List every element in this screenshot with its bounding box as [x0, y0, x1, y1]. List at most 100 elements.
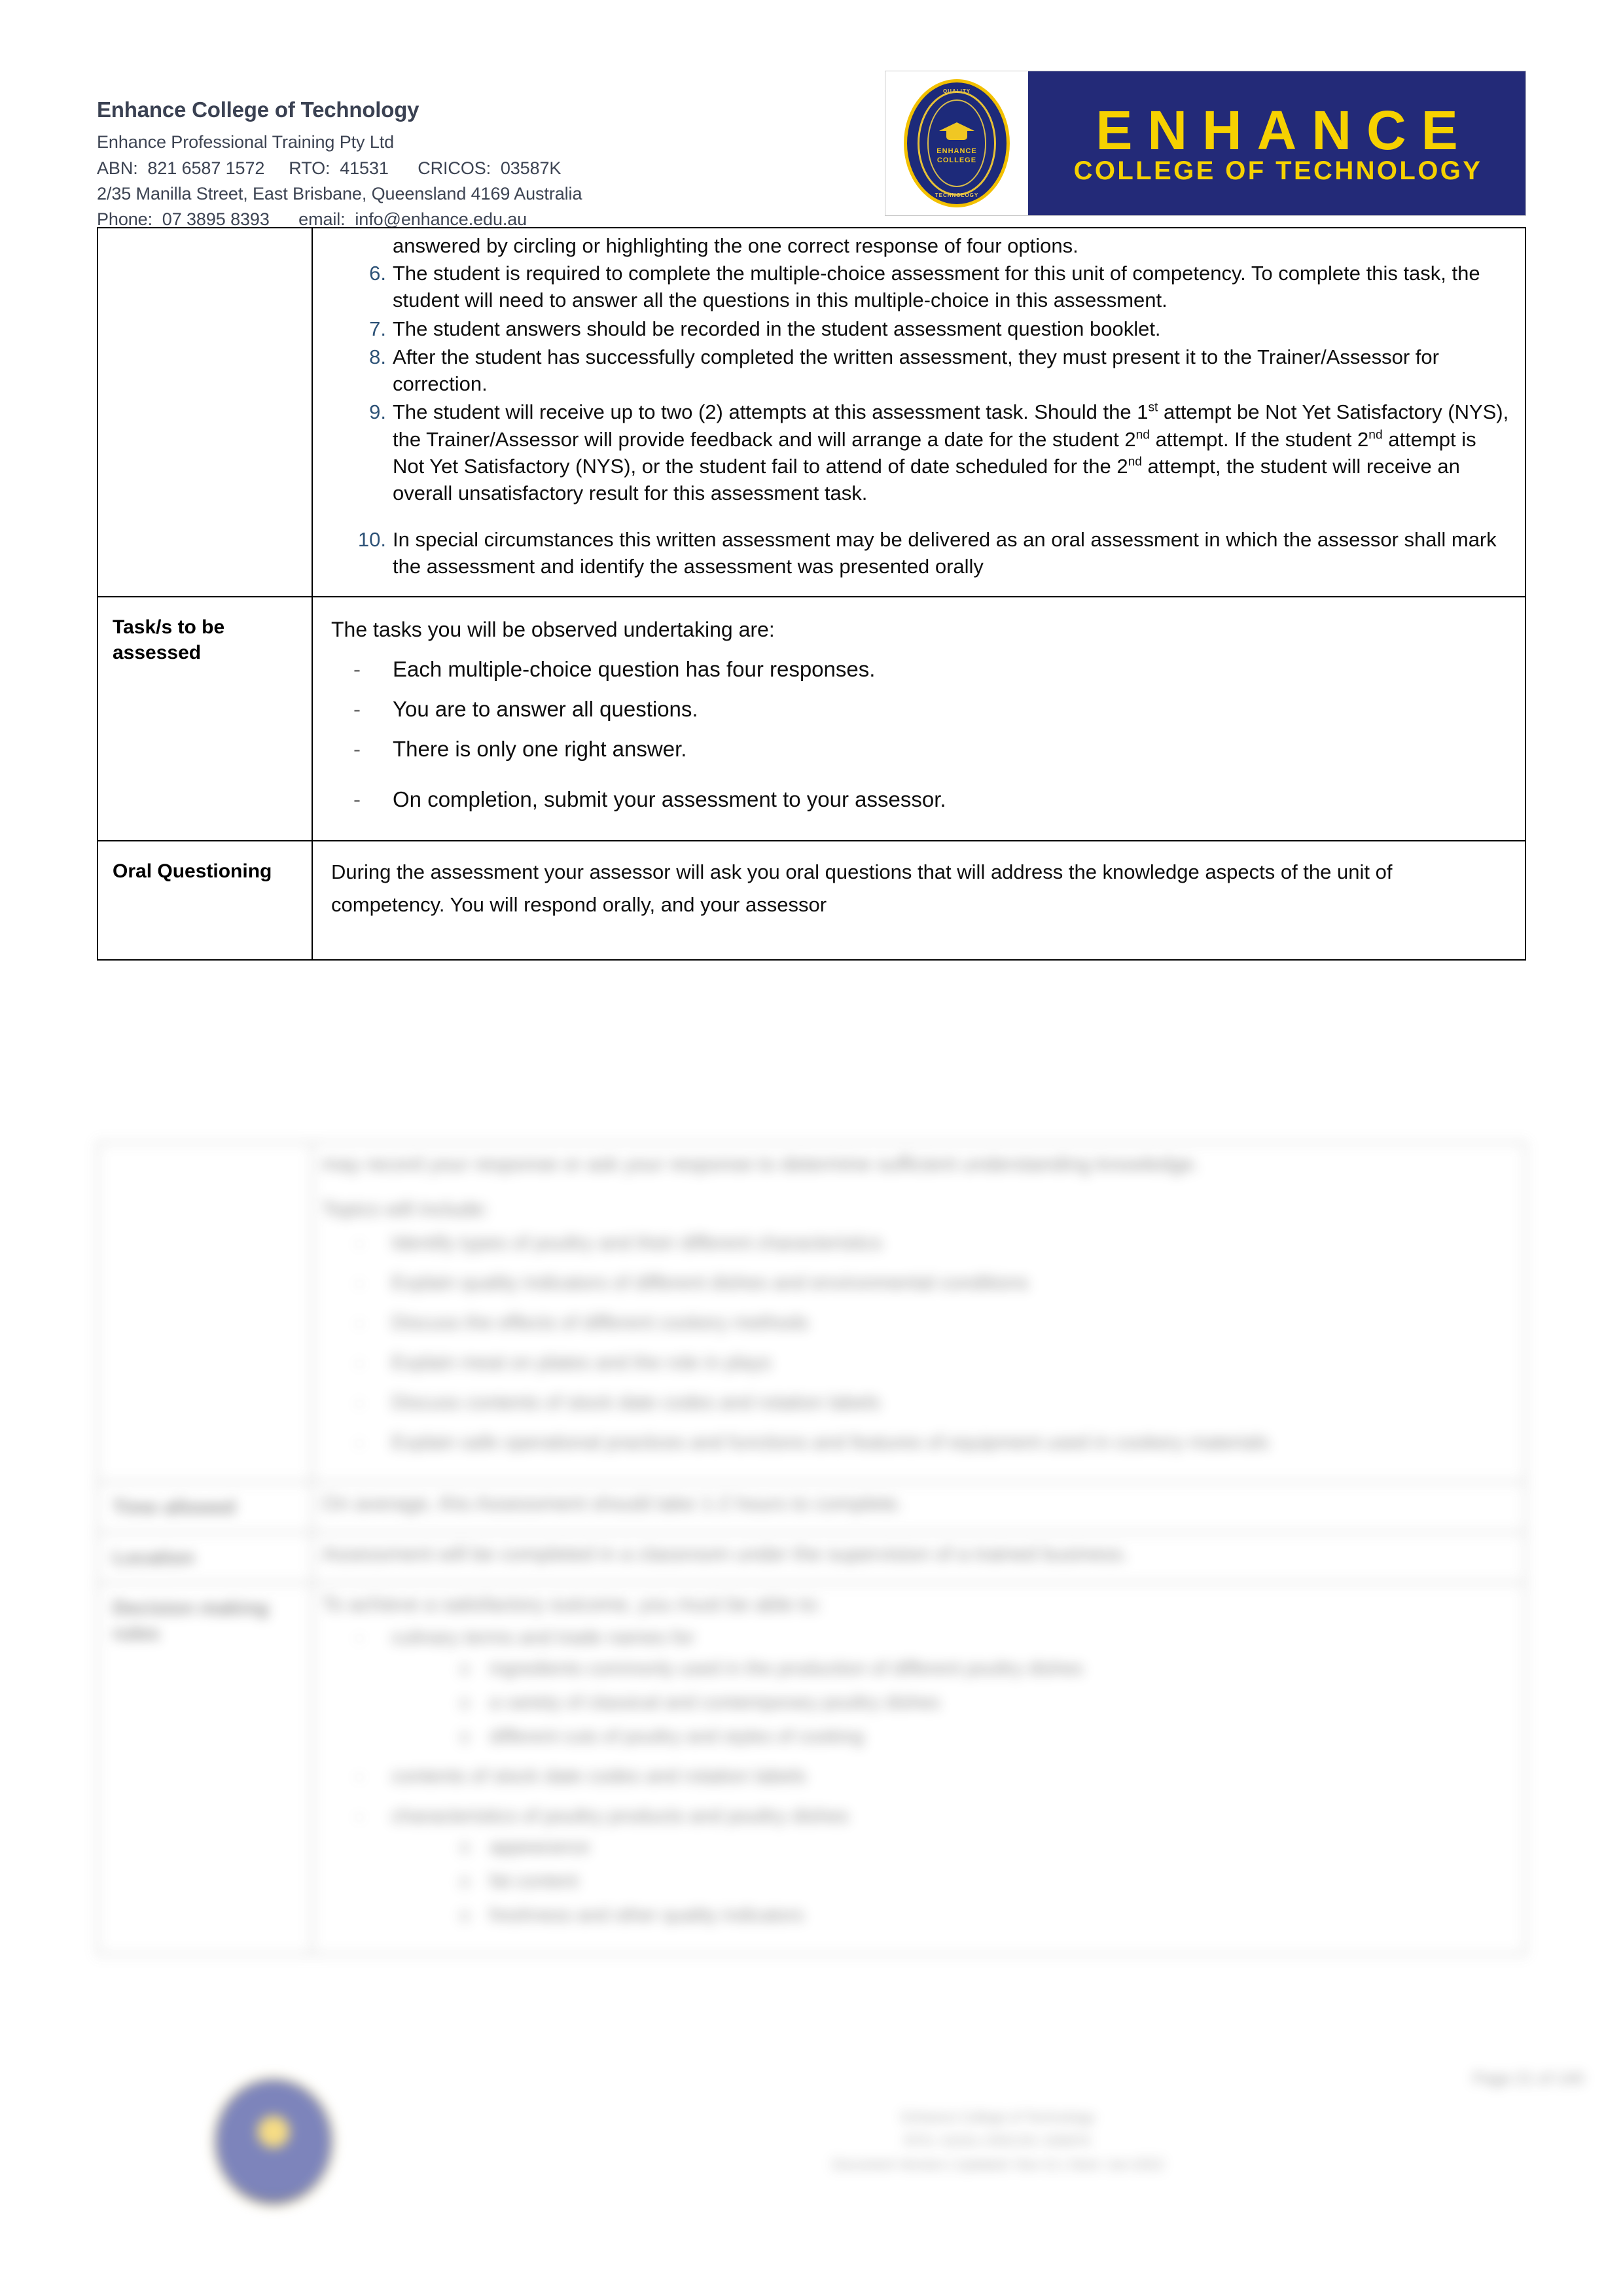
list-item: - On completion, submit your assessment … [322, 786, 1509, 814]
list-item: - You are to answer all questions. [322, 696, 1509, 724]
list-item: o fat content [391, 1869, 1509, 1894]
list-item-number: 8. [369, 345, 386, 368]
list-item-text: You are to answer all questions. [393, 697, 698, 722]
dash-bullet-icon: - [353, 736, 361, 761]
list-item-number: 7. [369, 317, 386, 340]
tasks-label-cell: Task/s to be assessed [97, 595, 313, 841]
seal-arc-top-text: QUALITY [942, 88, 971, 94]
list-item-text: Discuss contents of stock date codes and… [391, 1391, 881, 1413]
ordinal-suffix: st [1148, 400, 1158, 415]
criteria-sub-list: o appearance o fat content o freshness and … [391, 1835, 1509, 1928]
oral-body-cell: During the assessment your assessor will… [312, 839, 1526, 961]
oral-topics-list: - Identify types of poultry and their dif… [322, 1230, 1509, 1455]
oral-paragraph: During the assessment your assessor will… [331, 860, 1393, 916]
table-row: Location Assessment will be completed in… [97, 1531, 1526, 1583]
logo-wordmark-band: ENHANCE COLLEGE OF TECHNOLOGY [1028, 71, 1525, 215]
list-item-text: freshness and other quality indicators [490, 1904, 804, 1926]
table-row: Time allowed On average, this Assessment… [97, 1481, 1526, 1533]
dot-bullet-icon: o [459, 1691, 471, 1713]
instructions-continued-text: answered by circling or highlighting the… [393, 234, 1079, 257]
header-org-details: Enhance College of Technology Enhance Pr… [97, 71, 582, 233]
seal-word-primary: ENHANCE [936, 147, 977, 156]
ordinal-suffix: nd [1128, 455, 1142, 469]
assessment-info-table: answered by circling or highlighting the… [97, 227, 1526, 961]
list-item: 7. The student answers should be recorde… [322, 315, 1509, 342]
list-item: - Identify types of poultry and their dif… [322, 1230, 1509, 1256]
list-item-text: culinary terms and trade names for [391, 1627, 695, 1649]
oral-label-cell: Oral Questioning [97, 839, 313, 961]
dash-bullet-icon: - [356, 1627, 363, 1649]
list-item: 10. In special circumstances this writte… [322, 526, 1509, 580]
list-item-number: 6. [369, 262, 386, 285]
blurred-table: may record your response or ask your res… [97, 1142, 1526, 1956]
list-item: - contents of stock date codes and rotat… [322, 1763, 1509, 1789]
list-item-text: a variety of classical and contemporary … [490, 1691, 940, 1713]
list-item: - Each multiple-choice question has four… [322, 656, 1509, 684]
footer-line-2: RTO: 41531 CRICOS: 03587K [904, 2134, 1092, 2149]
list-item-text: different cuts of poultry and styles of … [490, 1725, 864, 1747]
instructions-label [98, 228, 312, 258]
table-row: Task/s to be assessed The tasks you will… [97, 595, 1526, 841]
list-item: 8. After the student has successfully co… [322, 344, 1509, 397]
list-item-text: ingredients commonly used in the product… [490, 1658, 1084, 1680]
list-item: - There is only one right answer. [322, 735, 1509, 764]
list-item-text: Discuss the effects of different cookery… [391, 1311, 809, 1333]
legal-entity-name: Enhance Professional Training Pty Ltd [97, 132, 395, 152]
criteria-label-cell: Decision making rules [97, 1581, 313, 1956]
footer-seal-icon [213, 2077, 334, 2206]
list-item: 9. The student will receive up to two (2… [322, 398, 1509, 506]
criteria-label: Decision making rules [113, 1597, 269, 1644]
dot-bullet-icon: o [459, 1870, 471, 1892]
logo-tagline: COLLEGE OF TECHNOLOGY [1073, 156, 1483, 186]
blurred-lower-section: may record your response or ask your res… [0, 1142, 1623, 2296]
list-item-text: fat content [490, 1870, 579, 1892]
location-body-cell: Assessment will be completed in a classr… [312, 1531, 1526, 1583]
list-item: o freshness and other quality indicators [391, 1903, 1509, 1928]
list-item-text: In special circumstances this written as… [393, 528, 1497, 578]
time-body-cell: On average, this Assessment should take … [312, 1481, 1526, 1533]
instructions-label-cell [97, 227, 313, 597]
list-item: o ingredients commonly used in the produc… [391, 1657, 1509, 1682]
location-label: Location [113, 1546, 194, 1568]
dash-bullet-icon: - [356, 1231, 363, 1254]
logo-wordmark: ENHANCE [1096, 99, 1473, 161]
list-item: - Explain safe operational practices and … [322, 1430, 1509, 1455]
time-label: Time allowed [113, 1496, 236, 1518]
dash-bullet-icon: - [353, 786, 361, 811]
location-text: Assessment will be completed in a classr… [322, 1542, 1129, 1565]
list-item: 6. The student is required to complete t… [322, 260, 1509, 313]
list-item-text: Identify types of poultry and their diff… [391, 1231, 882, 1254]
page-header: Enhance College of Technology Enhance Pr… [97, 71, 1526, 229]
dash-bullet-icon: - [356, 1765, 363, 1788]
list-item-text: characteristics of poultry products and … [391, 1805, 849, 1828]
dash-bullet-icon: - [356, 1311, 363, 1333]
ordinal-suffix: nd [1135, 428, 1150, 442]
enhance-logo: ENHANCE COLLEGE QUALITY TECHNOLOGY ENHAN… [885, 71, 1526, 216]
dash-bullet-icon: - [356, 1805, 363, 1828]
oral-topics-intro: Topics will include: [322, 1197, 489, 1221]
table-row: Oral Questioning During the assessment y… [97, 839, 1526, 961]
logo-seal-container: ENHANCE COLLEGE QUALITY TECHNOLOGY [885, 71, 1028, 215]
table-row: may record your response or ask your res… [97, 1142, 1526, 1483]
criteria-sub-list: o ingredients commonly used in the produc… [391, 1657, 1509, 1749]
list-item-text: Explain safe operational practices and f… [391, 1431, 1269, 1453]
list-item: - Discuss the effects of different cooker… [322, 1310, 1509, 1335]
address-line: 2/35 Manilla Street, East Brisbane, Quee… [97, 183, 582, 203]
list-item: - Explain quality indicators of different… [322, 1270, 1509, 1296]
list-item-text: After the student has successfully compl… [393, 345, 1439, 396]
table-row: answered by circling or highlighting the… [97, 227, 1526, 597]
list-item-text: The student will receive up to two (2) a… [393, 400, 1509, 504]
graduation-cap-icon [939, 121, 974, 145]
dot-bullet-icon: o [459, 1837, 471, 1858]
seal-word-secondary: COLLEGE [936, 156, 977, 164]
instructions-numbered-list: 6. The student is required to complete t… [322, 260, 1509, 580]
document-page: Enhance College of Technology Enhance Pr… [0, 0, 1623, 2296]
tasks-intro: The tasks you will be observed undertaki… [331, 617, 775, 641]
tasks-bullet-list: - Each multiple-choice question has four… [322, 656, 1509, 814]
criteria-body-cell: To achieve a satisfactory outcome, you m… [312, 1581, 1526, 1956]
organisation-name: Enhance College of Technology [97, 97, 419, 122]
tasks-label: Task/s to be assessed [113, 616, 225, 663]
location-label-cell: Location [97, 1531, 313, 1583]
criteria-bullet-list: - culinary terms and trade names for o in… [322, 1625, 1509, 1928]
footer-line-3: Document Version | Updated: Nov-21 | Nex… [832, 2157, 1164, 2172]
